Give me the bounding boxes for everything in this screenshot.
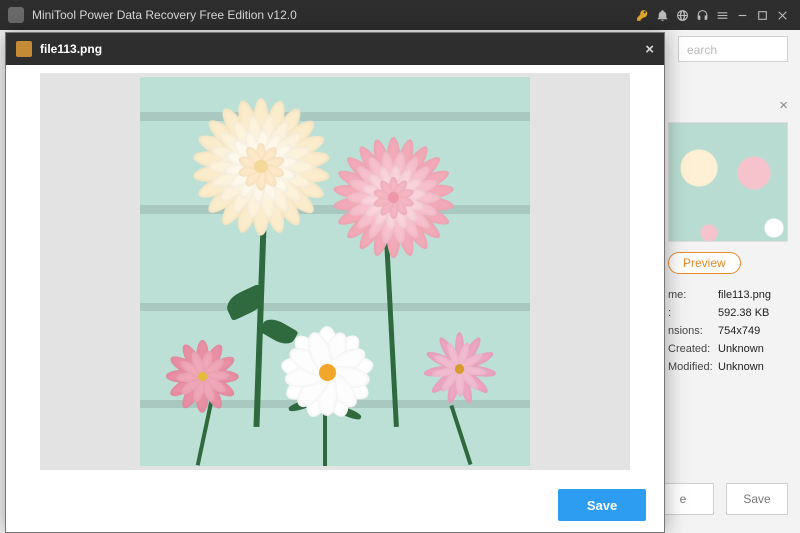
headset-icon[interactable]	[692, 0, 712, 30]
info-row: nsions:754x749	[668, 322, 788, 340]
key-icon[interactable]	[632, 0, 652, 30]
dialog-footer: Save	[6, 478, 664, 532]
info-row: Created:Unknown	[668, 340, 788, 358]
dialog-close-icon[interactable]: ×	[645, 42, 654, 57]
thumbnail	[668, 122, 788, 242]
close-icon[interactable]	[772, 0, 792, 30]
file-icon	[16, 41, 32, 57]
dialog-header: file113.png ×	[6, 33, 664, 65]
dialog-body	[6, 65, 664, 478]
bottom-save-button[interactable]: Save	[726, 483, 788, 515]
preview-dialog: file113.png ×	[5, 32, 665, 533]
maximize-icon[interactable]	[752, 0, 772, 30]
menu-icon[interactable]	[712, 0, 732, 30]
app-logo	[8, 7, 24, 23]
preview-image	[140, 77, 529, 466]
save-button[interactable]: Save	[558, 489, 646, 521]
dialog-title: file113.png	[40, 42, 102, 56]
image-frame	[40, 73, 631, 470]
preview-button[interactable]: Preview	[668, 252, 741, 274]
info-table: me:file113.png :592.38 KB nsions:754x749…	[668, 286, 788, 376]
search-input[interactable]: earch	[678, 36, 788, 62]
globe-icon[interactable]	[672, 0, 692, 30]
info-row: Modified:Unknown	[668, 358, 788, 376]
side-panel: × Preview me:file113.png :592.38 KB nsio…	[668, 122, 788, 376]
info-row: :592.38 KB	[668, 304, 788, 322]
titlebar: MiniTool Power Data Recovery Free Editio…	[0, 0, 800, 30]
info-row: me:file113.png	[668, 286, 788, 304]
app-title: MiniTool Power Data Recovery Free Editio…	[32, 8, 297, 22]
minimize-icon[interactable]	[732, 0, 752, 30]
bell-icon[interactable]	[652, 0, 672, 30]
side-close-icon[interactable]: ×	[779, 98, 788, 113]
